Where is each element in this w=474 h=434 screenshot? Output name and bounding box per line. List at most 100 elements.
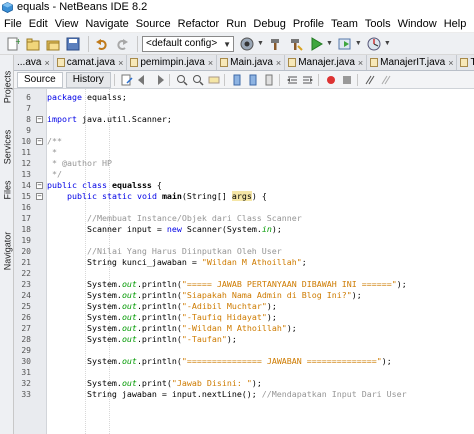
chevron-down-icon[interactable]: ▼ xyxy=(257,40,264,47)
editor-tab-label: camat.java xyxy=(66,57,116,68)
left-sidebar: Projects Services Files Navigator xyxy=(0,55,14,434)
menu-profile[interactable]: Profile xyxy=(293,15,324,33)
find-previous-icon[interactable] xyxy=(175,73,189,87)
fold-toggle-icon[interactable]: − xyxy=(36,116,43,123)
target-icon[interactable] xyxy=(238,35,256,53)
menu-window[interactable]: Window xyxy=(398,15,437,33)
close-tab-icon[interactable]: × xyxy=(118,58,123,68)
code-line: System.out.print("Jawab Disini: "); xyxy=(47,378,262,388)
chevron-down-icon[interactable]: ▼ xyxy=(384,40,391,47)
run-icon[interactable] xyxy=(307,35,325,53)
line-number: 12 xyxy=(21,159,31,168)
menu-navigate[interactable]: Navigate xyxy=(85,15,128,33)
fold-toggle-icon[interactable]: − xyxy=(36,193,43,200)
code-line: String kunci_jawaban = "Wildan M Athoill… xyxy=(47,257,307,267)
find-next-icon[interactable] xyxy=(191,73,205,87)
previous-bookmark-icon[interactable] xyxy=(230,73,244,87)
code-line: System.out.println("-Wildan M Athoillah"… xyxy=(47,323,297,333)
close-tab-icon[interactable]: × xyxy=(276,58,281,68)
toggle-highlight-icon[interactable] xyxy=(207,73,221,87)
menu-debug[interactable]: Debug xyxy=(253,15,285,33)
java-file-icon xyxy=(56,58,65,67)
close-tab-icon[interactable]: × xyxy=(448,58,453,68)
chevron-down-icon[interactable]: ▼ xyxy=(326,40,333,47)
code-line: //Membuat Instance/Objek dari Class Scan… xyxy=(86,213,302,223)
editor-tab-bar: ...ava × camat.java × pemimpin.java × Main.jav… xyxy=(14,55,474,71)
sidebar-tab-projects[interactable]: Projects xyxy=(0,65,14,109)
menu-file[interactable]: File xyxy=(4,15,22,33)
sidebar-tab-files[interactable]: Files xyxy=(0,175,14,205)
line-number: 24 xyxy=(21,291,31,300)
config-value: <default config> xyxy=(146,38,218,49)
uncomment-icon[interactable] xyxy=(379,73,393,87)
code-line: * @author HP xyxy=(47,158,112,168)
title-bar: equals - NetBeans IDE 8.2 xyxy=(0,0,474,15)
last-edit-icon[interactable] xyxy=(120,73,134,87)
comment-icon[interactable] xyxy=(363,73,377,87)
menu-bar: File Edit View Navigate Source Refactor Run Deb… xyxy=(0,15,474,33)
config-dropdown[interactable]: <default config> ▼ xyxy=(142,35,234,52)
menu-edit[interactable]: Edit xyxy=(29,15,48,33)
debug-icon[interactable] xyxy=(336,35,354,53)
editor-tab[interactable]: pemimpin.java × xyxy=(127,55,218,70)
next-bookmark-icon[interactable] xyxy=(246,73,260,87)
code-line: package equalss; xyxy=(47,92,127,102)
editor-tab[interactable]: Tumbuhan.java× xyxy=(457,55,474,70)
menu-run[interactable]: Run xyxy=(226,15,246,33)
editor-tab-label: ...ava xyxy=(17,57,42,68)
editor-tab[interactable]: camat.java × xyxy=(53,55,128,70)
menu-view[interactable]: View xyxy=(55,15,79,33)
chevron-down-icon[interactable]: ▼ xyxy=(355,40,362,47)
close-tab-icon[interactable]: × xyxy=(358,58,363,68)
line-number: 14 xyxy=(21,181,31,190)
source-tab[interactable]: Source xyxy=(17,71,63,88)
code-line: //Nilai Yang Harus Diinputkan Oleh User xyxy=(86,246,282,256)
back-icon[interactable] xyxy=(136,73,150,87)
close-tab-icon[interactable]: × xyxy=(208,58,213,68)
line-number: 33 xyxy=(21,390,31,399)
toolbar-separator xyxy=(278,73,280,86)
menu-team[interactable]: Team xyxy=(331,15,358,33)
clean-build-icon[interactable] xyxy=(287,35,305,53)
menu-tools[interactable]: Tools xyxy=(365,15,391,33)
redo-icon[interactable] xyxy=(113,35,131,53)
forward-icon[interactable] xyxy=(152,73,166,87)
undo-icon[interactable] xyxy=(93,35,111,53)
new-file-icon[interactable]: + xyxy=(4,35,22,53)
line-number: 23 xyxy=(21,280,31,289)
menu-refactor[interactable]: Refactor xyxy=(178,15,220,33)
menu-help[interactable]: Help xyxy=(444,15,467,33)
editor-tab[interactable]: ...ava × xyxy=(14,55,54,70)
editor-tab[interactable]: Manajer.java × xyxy=(285,55,368,70)
start-macro-icon[interactable] xyxy=(324,73,338,87)
line-number: 20 xyxy=(21,247,31,256)
new-project-icon[interactable] xyxy=(24,35,42,53)
editor-tab-label: Manajer.java xyxy=(298,57,355,68)
code-line: */ xyxy=(47,169,62,179)
fold-toggle-icon[interactable]: − xyxy=(36,138,43,145)
history-tab[interactable]: History xyxy=(65,71,111,88)
close-tab-icon[interactable]: × xyxy=(44,58,49,68)
sidebar-tab-services[interactable]: Services xyxy=(0,125,14,169)
menu-source[interactable]: Source xyxy=(136,15,171,33)
code-line: * xyxy=(47,147,57,157)
open-project-icon[interactable] xyxy=(44,35,62,53)
save-all-icon[interactable] xyxy=(64,35,82,53)
code-line: System.out.println("-Taufiq Hidayat"); xyxy=(47,312,277,322)
line-number: 15 xyxy=(21,192,31,201)
shift-left-icon[interactable] xyxy=(285,73,299,87)
build-hammer-icon[interactable] xyxy=(267,35,285,53)
code-line: /** xyxy=(47,136,62,146)
sidebar-tab-navigator[interactable]: Navigator xyxy=(0,225,14,277)
stop-macro-icon[interactable] xyxy=(340,73,354,87)
profile-icon[interactable] xyxy=(365,35,383,53)
line-number: 18 xyxy=(21,225,31,234)
code-editor[interactable]: package equalss; import java.util.Scanner… xyxy=(47,89,474,434)
code-line: import java.util.Scanner; xyxy=(47,114,172,124)
shift-right-icon[interactable] xyxy=(301,73,315,87)
fold-toggle-icon[interactable]: − xyxy=(36,182,43,189)
editor-tab[interactable]: Main.java × xyxy=(217,55,286,70)
toggle-bookmark-icon[interactable] xyxy=(262,73,276,87)
editor-tab[interactable]: ManajerIT.java × xyxy=(367,55,458,70)
line-number: 17 xyxy=(21,214,31,223)
